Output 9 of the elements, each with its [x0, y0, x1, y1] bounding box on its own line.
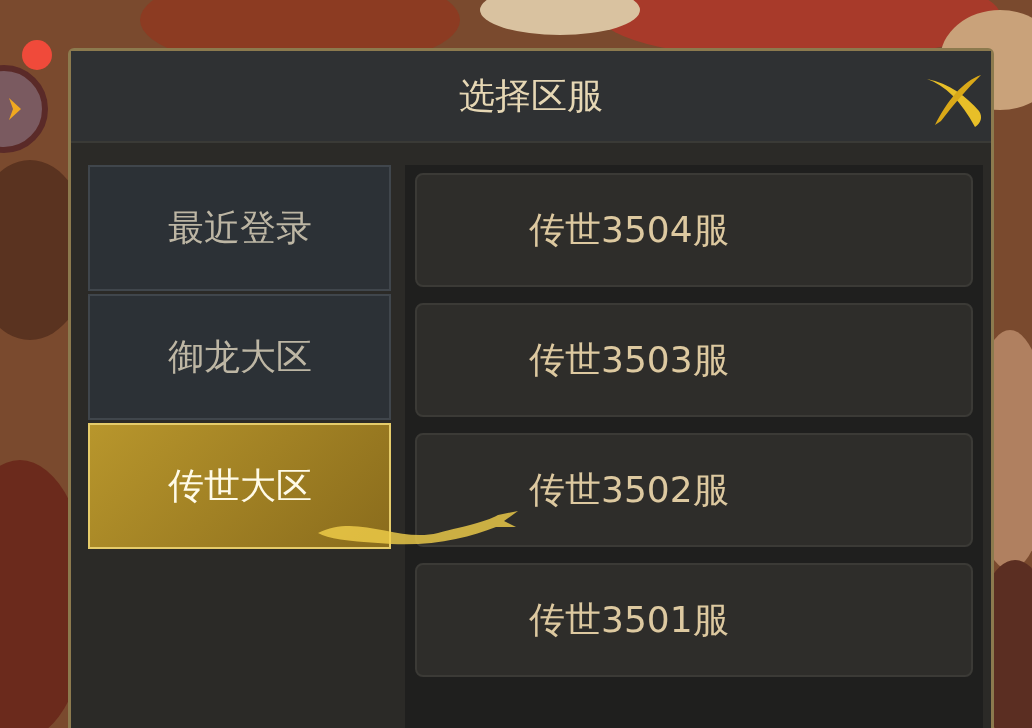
region-tab[interactable]: 传世大区: [88, 423, 391, 549]
region-tab[interactable]: 御龙大区: [88, 294, 391, 420]
server-row[interactable]: 传世3503服: [415, 303, 973, 417]
server-row[interactable]: 传世3504服: [415, 173, 973, 287]
chevron-right-icon: [8, 97, 22, 121]
dialog-title: 选择区服: [459, 74, 603, 118]
region-tab[interactable]: 最近登录: [88, 165, 391, 291]
server-row[interactable]: 传世3502服: [415, 433, 973, 547]
server-row[interactable]: 传世3501服: [415, 563, 973, 677]
